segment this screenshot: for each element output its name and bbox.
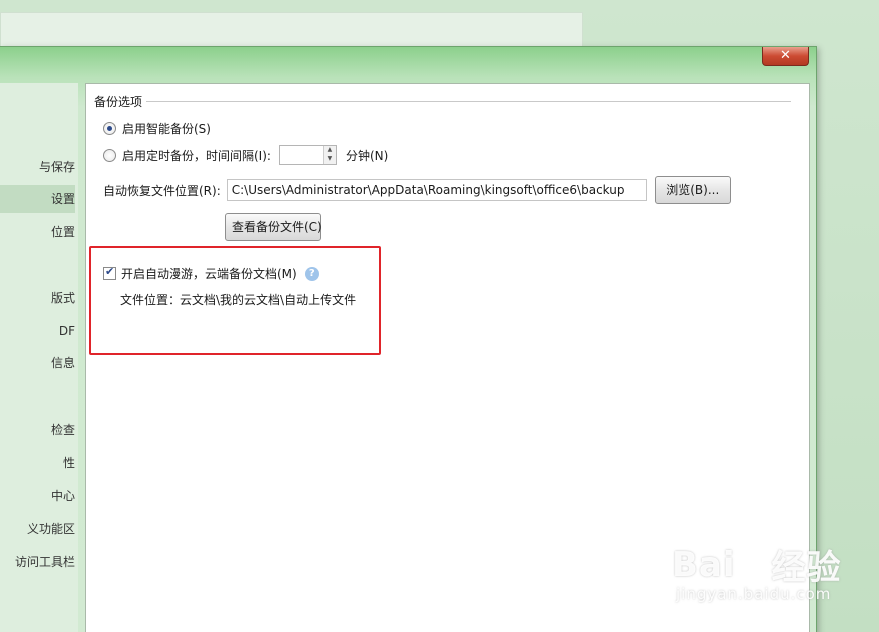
- watermark-url: jingyan.baidu.com: [676, 585, 832, 603]
- smart-backup-radio[interactable]: [103, 122, 116, 135]
- timed-backup-radio[interactable]: [103, 148, 116, 162]
- view-backup-row: 查看备份文件(C): [225, 213, 322, 241]
- smart-backup-option[interactable]: 启用智能备份(S): [103, 120, 211, 137]
- backup-group-title: 备份选项: [94, 93, 147, 110]
- close-button[interactable]: ✕: [762, 47, 809, 66]
- group-divider: [94, 101, 791, 102]
- sidebar-item-trust-center[interactable]: 中心: [0, 482, 75, 510]
- browse-button[interactable]: 浏览(B)...: [654, 176, 731, 204]
- options-sidebar: 与保存 设置 位置 版式 DF 信息 检查 性 中心 义功能区 访问工具栏: [0, 83, 78, 632]
- stepper-up-icon[interactable]: ▲: [323, 146, 336, 155]
- sidebar-item-location[interactable]: 位置: [0, 218, 75, 246]
- timed-backup-label: 启用定时备份，时间间隔(I):: [122, 148, 271, 163]
- interval-unit-label: 分钟(N): [345, 148, 389, 163]
- sidebar-item-customize-ribbon[interactable]: 义功能区: [0, 515, 75, 543]
- close-icon: ✕: [780, 48, 791, 63]
- sidebar-item-info[interactable]: 信息: [0, 349, 75, 377]
- annotation-highlight-box: [89, 246, 381, 355]
- autorecover-path-row: 自动恢复文件位置(R): C:\Users\Administrator\AppD…: [103, 176, 731, 204]
- sidebar-item-check[interactable]: 检查: [0, 416, 75, 444]
- sidebar-item-save[interactable]: 与保存: [0, 153, 75, 181]
- view-backup-files-button[interactable]: 查看备份文件(C): [225, 213, 322, 241]
- autorecover-path-label: 自动恢复文件位置(R):: [103, 183, 221, 198]
- sidebar-item-layout[interactable]: 版式: [0, 284, 75, 312]
- sidebar-item-pdf[interactable]: DF: [0, 317, 75, 345]
- stepper-down-icon[interactable]: ▼: [323, 155, 336, 164]
- watermark-logo-left: Bai: [672, 544, 736, 585]
- paw-icon: [741, 551, 767, 577]
- interval-stepper[interactable]: ▲ ▼: [278, 145, 337, 165]
- baidu-jingyan-watermark: Bai 经验 jingyan.baidu.com: [672, 540, 842, 604]
- sidebar-item-security[interactable]: 性: [0, 449, 75, 477]
- sidebar-item-quick-access-toolbar[interactable]: 访问工具栏: [0, 548, 75, 576]
- smart-backup-label: 启用智能备份(S): [122, 122, 211, 136]
- sidebar-item-backup-settings[interactable]: 设置: [0, 185, 75, 213]
- timed-backup-option[interactable]: 启用定时备份，时间间隔(I): ▲ ▼ 分钟(N): [103, 145, 388, 165]
- autorecover-path-input[interactable]: C:\Users\Administrator\AppData\Roaming\k…: [226, 179, 647, 201]
- watermark-logo-right: 经验: [771, 548, 842, 588]
